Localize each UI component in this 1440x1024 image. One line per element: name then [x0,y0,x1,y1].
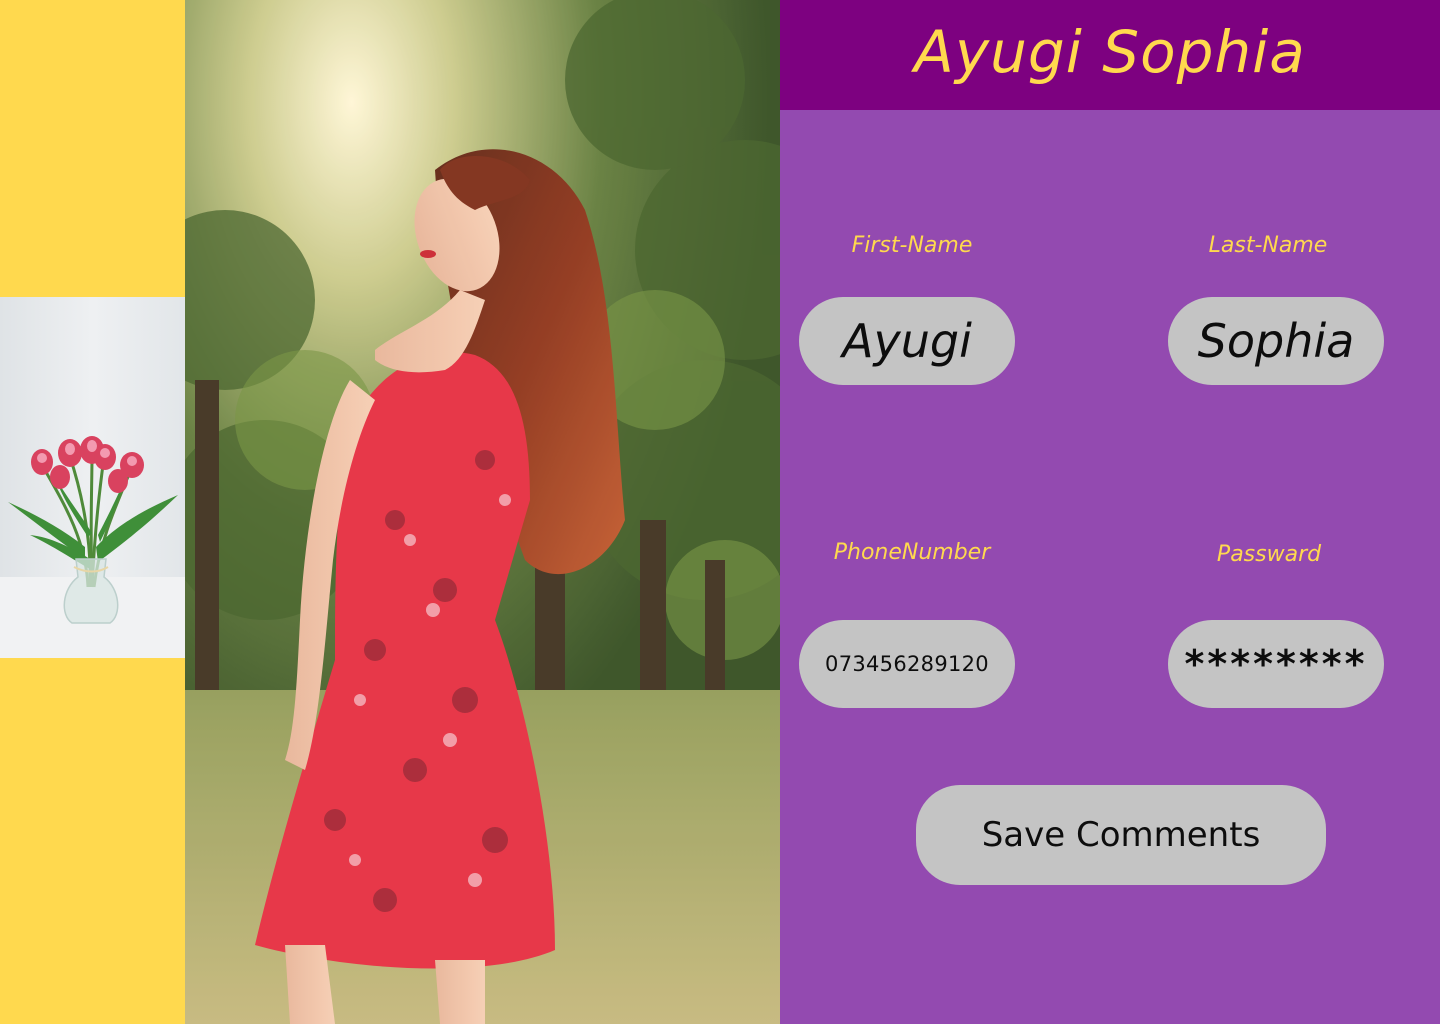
first-name-field[interactable]: Ayugi [799,297,1015,385]
profile-form-panel: Ayugi Sophia First-Name Ayugi Last-Name … [780,0,1440,1024]
phone-number-label: PhoneNumber [833,540,991,565]
last-name-field[interactable]: Sophia [1168,297,1384,385]
first-name-label: First-Name [851,233,973,258]
page-title: Ayugi Sophia [914,18,1306,86]
phone-number-field[interactable]: 073456289120 [799,620,1015,708]
save-comments-button[interactable]: Save Comments [916,785,1326,885]
header-bar: Ayugi Sophia [780,0,1440,110]
password-label: Passward [1216,542,1322,567]
tulip-vase-photo [0,297,185,658]
woman-in-red-dress-photo [185,0,780,1024]
left-decor-strip [0,0,185,1024]
last-name-label: Last-Name [1208,233,1328,258]
password-field[interactable]: ******** [1168,620,1384,708]
